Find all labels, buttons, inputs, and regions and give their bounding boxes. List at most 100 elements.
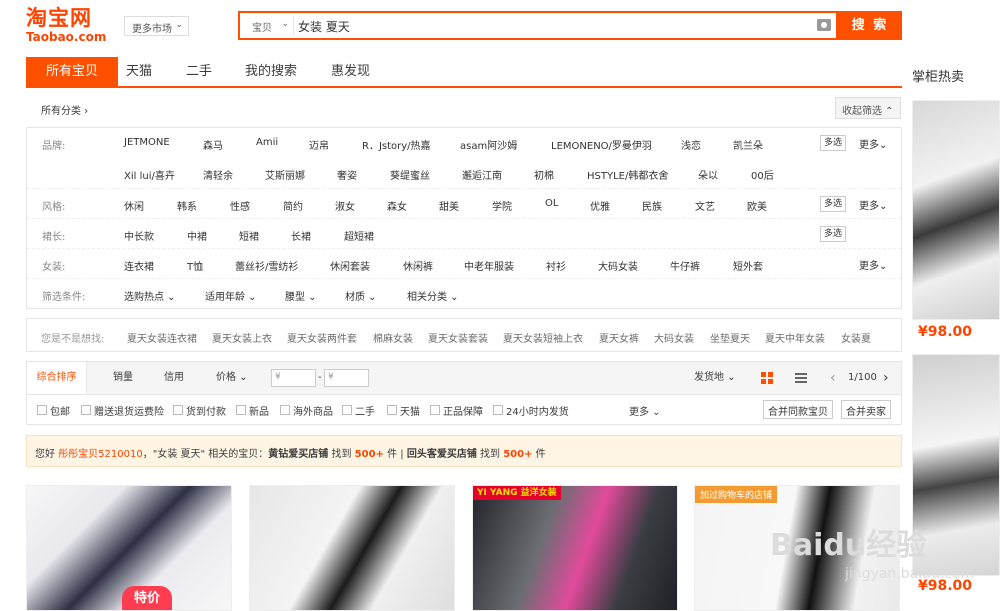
tab-discover[interactable]: 惠发现 xyxy=(331,57,370,87)
price-to-input[interactable]: ¥ xyxy=(324,369,369,387)
multi-select-button[interactable]: 多选 xyxy=(820,226,846,242)
filter-option[interactable]: Amii xyxy=(256,137,278,148)
search-input[interactable]: 女装 夏天 xyxy=(298,18,350,35)
search-box[interactable]: 宝贝 ⌄ 女装 夏天 xyxy=(238,11,838,40)
filter-option[interactable]: 迈帛 xyxy=(309,137,329,152)
suggest-link[interactable]: 夏天女装上衣 xyxy=(212,330,272,345)
suggest-link[interactable]: 夏天中年女装 xyxy=(765,330,825,345)
tab-tmall[interactable]: 天猫 xyxy=(126,57,152,87)
suggest-link[interactable]: 棉麻女装 xyxy=(373,330,413,345)
filter-option[interactable]: 休闲裤 xyxy=(403,258,433,273)
sidebar-product-image[interactable] xyxy=(912,100,1000,320)
multi-select-button[interactable]: 多选 xyxy=(820,135,846,151)
filter-option[interactable]: 连衣裙 xyxy=(124,258,154,273)
tab-secondhand[interactable]: 二手 xyxy=(186,57,212,87)
checkbox[interactable] xyxy=(173,405,183,415)
filter-option[interactable]: 葵缇蜜丝 xyxy=(390,167,430,182)
merge-same-button[interactable]: 合并同款宝贝 xyxy=(763,400,833,419)
tab-my-search[interactable]: 我的搜索 xyxy=(245,57,297,87)
checkbox[interactable] xyxy=(342,405,352,415)
filter-option[interactable]: 超短裙 xyxy=(344,228,374,243)
product-card[interactable]: 特价 xyxy=(26,485,232,611)
checkbox[interactable] xyxy=(387,405,397,415)
condition-dropdown[interactable]: 相关分类 ⌄ xyxy=(407,288,459,303)
filter-option[interactable]: 长裙 xyxy=(291,228,311,243)
breadcrumb[interactable]: 所有分类 › xyxy=(41,102,88,117)
more-button[interactable]: 更多⌄ xyxy=(859,257,887,272)
camera-icon[interactable] xyxy=(817,19,831,31)
product-card[interactable]: YI YANG 益洋女装 xyxy=(472,485,678,611)
collapse-filter-button[interactable]: 收起筛选 ⌃ xyxy=(835,97,901,119)
tab-all[interactable]: 所有宝贝 xyxy=(26,57,118,87)
multi-select-button[interactable]: 多选 xyxy=(820,196,846,212)
condition-dropdown[interactable]: 适用年龄 ⌄ xyxy=(205,288,257,303)
options-more-button[interactable]: 更多 ⌄ xyxy=(629,403,661,418)
filter-option[interactable]: 森马 xyxy=(203,137,223,152)
suggest-link[interactable]: 夏天女裤 xyxy=(599,330,639,345)
filter-option[interactable]: 短裙 xyxy=(239,228,259,243)
filter-option[interactable]: 文艺 xyxy=(695,198,715,213)
filter-option[interactable]: 休闲 xyxy=(124,198,144,213)
sort-price[interactable]: 价格 ⌄ xyxy=(216,362,248,394)
prev-page-icon[interactable]: ‹ xyxy=(830,362,836,394)
ship-from-dropdown[interactable]: 发货地 ⌄ xyxy=(694,362,736,394)
search-button[interactable]: 搜 索 xyxy=(838,11,902,40)
checkbox[interactable] xyxy=(280,405,290,415)
filter-option[interactable]: 淑女 xyxy=(335,198,355,213)
filter-option[interactable]: T恤 xyxy=(187,258,203,273)
checkbox[interactable] xyxy=(236,405,246,415)
filter-option[interactable]: JETMONE xyxy=(124,137,170,148)
list-view-icon[interactable] xyxy=(795,372,807,384)
more-button[interactable]: 更多⌄ xyxy=(859,197,887,212)
suggest-link[interactable]: 夏天女装短袖上衣 xyxy=(503,330,583,345)
filter-option[interactable]: 甜美 xyxy=(439,198,459,213)
notice-shop-returning[interactable]: 回头客爱买店铺 xyxy=(407,449,477,460)
filter-option[interactable]: 初棉 xyxy=(534,167,554,182)
filter-option[interactable]: 中长款 xyxy=(124,228,154,243)
search-type-select[interactable]: 宝贝 ⌄ xyxy=(246,17,294,35)
option-label[interactable]: 海外商品 xyxy=(293,403,333,418)
filter-option[interactable]: 短外套 xyxy=(733,258,763,273)
filter-option[interactable]: 艾斯丽娜 xyxy=(265,167,305,182)
option-label[interactable]: 包邮 xyxy=(50,403,70,418)
option-label[interactable]: 新品 xyxy=(249,403,269,418)
filter-option[interactable]: 欧美 xyxy=(747,198,767,213)
checkbox[interactable] xyxy=(37,405,47,415)
checkbox[interactable] xyxy=(430,405,440,415)
filter-option[interactable]: OL xyxy=(545,198,558,209)
filter-option[interactable]: 优雅 xyxy=(590,198,610,213)
product-card[interactable] xyxy=(249,485,455,611)
filter-option[interactable]: 性感 xyxy=(230,198,250,213)
notice-shop-gold[interactable]: 黄钻爱买店铺 xyxy=(268,449,328,460)
suggest-link[interactable]: 坐垫夏天 xyxy=(710,330,750,345)
filter-option[interactable]: R．Jstory/热嘉 xyxy=(362,137,431,152)
suggest-link[interactable]: 女装夏 xyxy=(841,330,871,345)
option-label[interactable]: 24小时内发货 xyxy=(506,403,569,418)
suggest-link[interactable]: 大码女装 xyxy=(654,330,694,345)
filter-option[interactable]: 凯兰朵 xyxy=(733,137,763,152)
condition-dropdown[interactable]: 材质 ⌄ xyxy=(345,288,377,303)
suggest-link[interactable]: 夏天女装套装 xyxy=(428,330,488,345)
filter-option[interactable]: 中老年服装 xyxy=(464,258,514,273)
checkbox[interactable] xyxy=(81,405,91,415)
filter-option[interactable]: Xil lui/喜卉 xyxy=(124,167,175,182)
filter-option[interactable]: LEMONENO/罗曼伊羽 xyxy=(551,137,652,152)
filter-option[interactable]: 简约 xyxy=(283,198,303,213)
suggest-link[interactable]: 夏天女装连衣裙 xyxy=(127,330,197,345)
checkbox[interactable] xyxy=(493,405,503,415)
filter-option[interactable]: 邂逅江南 xyxy=(462,167,502,182)
filter-option[interactable]: 学院 xyxy=(492,198,512,213)
grid-view-icon[interactable] xyxy=(761,372,773,384)
market-dropdown[interactable]: 更多市场 ⌄ xyxy=(124,16,189,36)
filter-option[interactable]: 民族 xyxy=(642,198,662,213)
merge-seller-button[interactable]: 合并卖家 xyxy=(841,400,891,419)
filter-option[interactable]: 蕾丝衫/雪纺衫 xyxy=(235,258,298,273)
option-label[interactable]: 赠送退货运费险 xyxy=(94,403,164,418)
filter-option[interactable]: asam阿沙姆 xyxy=(460,137,517,152)
filter-option[interactable]: 休闲套装 xyxy=(330,258,370,273)
option-label[interactable]: 天猫 xyxy=(400,403,420,418)
option-label[interactable]: 正品保障 xyxy=(443,403,483,418)
filter-option[interactable]: 奢姿 xyxy=(337,167,357,182)
sort-sales[interactable]: 销量 xyxy=(113,362,133,394)
condition-dropdown[interactable]: 选购热点 ⌄ xyxy=(124,288,176,303)
